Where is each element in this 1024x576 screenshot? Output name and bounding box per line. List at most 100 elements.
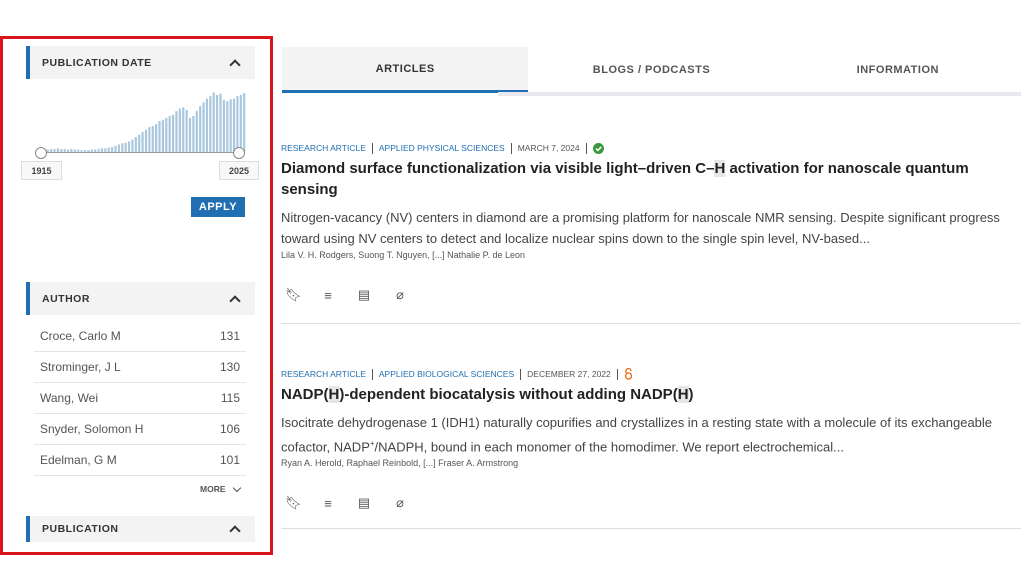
- slider-handle-start[interactable]: [35, 147, 47, 159]
- article-section[interactable]: APPLIED BIOLOGICAL SCIENCES: [379, 369, 514, 379]
- start-year-input[interactable]: 1915: [21, 161, 62, 180]
- more-authors-button[interactable]: MORE: [200, 483, 241, 494]
- date-range-slider-track[interactable]: [41, 152, 239, 153]
- article-date: DECEMBER 27, 2022: [527, 369, 611, 379]
- histogram-bar: [236, 96, 239, 152]
- author-name: Wang, Wei: [40, 391, 99, 405]
- author-name: Strominger, J L: [40, 360, 121, 374]
- histogram-bar: [219, 93, 222, 152]
- histogram-bar: [229, 99, 232, 152]
- chevron-up-icon[interactable]: [229, 294, 241, 307]
- abstract-icon[interactable]: ≡: [321, 288, 335, 303]
- histogram-bar: [199, 106, 202, 152]
- author-filter-header[interactable]: AUTHOR: [26, 282, 255, 315]
- histogram-bar: [151, 125, 154, 152]
- slider-handle-end[interactable]: [233, 147, 245, 159]
- histogram-bar: [226, 101, 229, 152]
- histogram-bar: [205, 98, 209, 152]
- histogram-bar: [171, 114, 175, 152]
- author-count: 115: [220, 391, 240, 405]
- histogram-bar: [188, 117, 192, 152]
- article-title-link[interactable]: Diamond surface functionalization via vi…: [281, 158, 1021, 200]
- abstract-icon[interactable]: ≡: [321, 496, 335, 511]
- histogram-bar: [168, 116, 171, 152]
- open-access-icon: [624, 368, 633, 380]
- article-card: RESEARCH ARTICLE APPLIED BIOLOGICAL SCIEN…: [281, 367, 1021, 511]
- check-circle-icon: [592, 142, 604, 154]
- publication-filter-header[interactable]: PUBLICATION: [26, 516, 255, 542]
- author-count: 101: [219, 453, 240, 467]
- author-count: 130: [219, 360, 240, 374]
- histogram-bar: [202, 102, 205, 152]
- bookmark-icon[interactable]: 🔖︎: [285, 287, 302, 303]
- tab-bar: ARTICLES BLOGS / PODCASTS INFORMATION: [282, 47, 1021, 93]
- article-authors: Lila V. H. Rodgers, Suong T. Nguyen, [..…: [281, 250, 525, 260]
- histogram-bar: [212, 92, 215, 152]
- chevron-up-icon[interactable]: [229, 525, 241, 537]
- article-type[interactable]: RESEARCH ARTICLE: [281, 369, 366, 379]
- bookmark-icon[interactable]: 🔖︎: [285, 495, 302, 511]
- filter-title: PUBLICATION: [42, 523, 119, 535]
- filter-title: PUBLICATION DATE: [42, 56, 152, 69]
- more-label: MORE: [200, 484, 226, 494]
- filter-title: AUTHOR: [42, 292, 90, 305]
- chevron-down-icon: [232, 483, 241, 492]
- histogram-bar: [232, 98, 236, 152]
- publication-date-filter-header[interactable]: PUBLICATION DATE: [26, 46, 255, 79]
- divider: [281, 323, 1021, 324]
- author-filter-item[interactable]: Edelman, G M 101: [34, 445, 246, 476]
- histogram-bar: [192, 116, 195, 152]
- author-filter-item[interactable]: Snyder, Solomon H 106: [34, 414, 246, 445]
- histogram-bar: [216, 94, 219, 152]
- histogram-bar: [243, 93, 246, 152]
- publication-date-histogram: [36, 92, 246, 152]
- histogram-bar: [161, 119, 165, 152]
- tab-articles[interactable]: ARTICLES: [282, 47, 529, 93]
- histogram-bar: [144, 129, 148, 152]
- author-name: Edelman, G M: [40, 453, 117, 467]
- histogram-bar: [121, 143, 124, 152]
- histogram-bar: [165, 117, 168, 152]
- histogram-bar: [148, 127, 151, 152]
- histogram-bar: [222, 99, 225, 152]
- end-year-input[interactable]: 2025: [219, 161, 259, 180]
- author-filter-item[interactable]: Wang, Wei 115: [34, 383, 246, 414]
- article-abstract: Nitrogen-vacancy (NV) centers in diamond…: [281, 210, 1000, 246]
- article-title-link[interactable]: NADP(H)-dependent biocatalysis without a…: [281, 384, 1021, 405]
- histogram-bar: [185, 109, 188, 152]
- chevron-up-icon[interactable]: [229, 58, 241, 71]
- article-section[interactable]: APPLIED PHYSICAL SCIENCES: [379, 143, 505, 153]
- author-name: Croce, Carlo M: [40, 329, 121, 343]
- histogram-bar: [134, 137, 137, 152]
- article-card: RESEARCH ARTICLE APPLIED PHYSICAL SCIENCE…: [281, 141, 1021, 303]
- author-filter-item[interactable]: Croce, Carlo M 131: [34, 321, 246, 352]
- histogram-bar: [141, 132, 144, 152]
- article-authors: Ryan A. Herold, Raphael Reinbold, [...] …: [281, 458, 519, 469]
- tab-information[interactable]: INFORMATION: [775, 47, 1021, 93]
- author-filter-item[interactable]: Strominger, J L 130: [34, 352, 246, 383]
- tab-divider: [498, 92, 1021, 96]
- histogram-bar: [195, 111, 198, 152]
- histogram-bar: [182, 107, 185, 152]
- tab-blogs-podcasts[interactable]: BLOGS / PODCASTS: [528, 47, 774, 93]
- histogram-bar: [131, 139, 134, 152]
- apply-button[interactable]: APPLY: [191, 197, 245, 217]
- attachment-icon[interactable]: ⌀: [393, 287, 407, 303]
- attachment-icon[interactable]: ⌀: [393, 495, 407, 511]
- article-date: MARCH 7, 2024: [517, 143, 580, 153]
- histogram-bar: [209, 96, 212, 152]
- histogram-bar: [117, 144, 120, 152]
- author-count: 106: [219, 422, 240, 436]
- histogram-bar: [138, 134, 141, 152]
- author-count: 131: [219, 329, 240, 343]
- histogram-bar: [239, 94, 242, 152]
- pdf-icon[interactable]: ▤: [357, 287, 371, 303]
- author-name: Snyder, Solomon H: [40, 422, 144, 436]
- pdf-icon[interactable]: ▤: [357, 495, 371, 511]
- article-type[interactable]: RESEARCH ARTICLE: [281, 143, 366, 153]
- histogram-bar: [158, 121, 161, 152]
- histogram-bar: [124, 142, 127, 152]
- histogram-bar: [178, 108, 181, 152]
- divider: [281, 528, 1021, 529]
- histogram-bar: [155, 124, 158, 152]
